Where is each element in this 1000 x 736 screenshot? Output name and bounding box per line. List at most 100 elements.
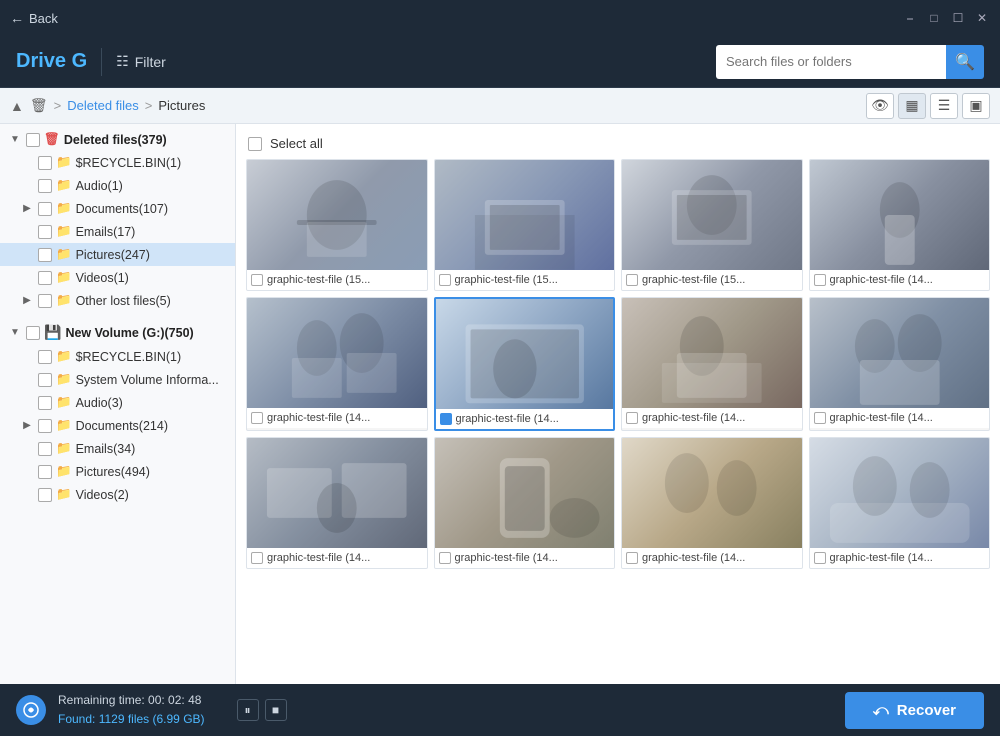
image-thumbnail bbox=[435, 438, 615, 548]
select-all-checkbox[interactable] bbox=[248, 137, 262, 151]
image-filename: graphic-test-file (15... bbox=[642, 274, 745, 286]
image-checkbox[interactable] bbox=[251, 412, 263, 424]
sidebar-item-pictures1[interactable]: 📁 Pictures(247) bbox=[0, 243, 235, 266]
folder-icon: 📁 bbox=[56, 201, 72, 216]
close-icon[interactable]: ✕ bbox=[974, 10, 990, 26]
image-cell[interactable]: graphic-test-file (14... bbox=[621, 437, 803, 569]
sidebar-group-deleted-header[interactable]: ▼ 🗑 Deleted files(379) bbox=[0, 128, 235, 151]
pause-button[interactable]: ⏸ bbox=[237, 699, 259, 721]
deleted-files-checkbox[interactable] bbox=[26, 133, 40, 147]
image-checkbox[interactable] bbox=[251, 274, 263, 286]
sidebar-item-emails1[interactable]: 📁 Emails(17) bbox=[0, 220, 235, 243]
volume-checkbox[interactable] bbox=[26, 326, 40, 340]
folder-icon: 📁 bbox=[56, 349, 72, 364]
detail-view-button[interactable]: ▣ bbox=[962, 93, 990, 119]
image-checkbox[interactable] bbox=[814, 274, 826, 286]
back-button[interactable]: ← Back bbox=[10, 10, 58, 26]
back-arrow-icon: ← bbox=[10, 10, 24, 26]
sidebar-item-pictures2[interactable]: 📁 Pictures(494) bbox=[0, 460, 235, 483]
image-checkbox[interactable] bbox=[439, 274, 451, 286]
image-thumbnail bbox=[622, 438, 802, 548]
stop-button[interactable]: ■ bbox=[265, 699, 287, 721]
folder-icon: 📁 bbox=[56, 293, 72, 308]
image-cell[interactable]: graphic-test-file (15... bbox=[621, 159, 803, 291]
restore-icon[interactable]: ☐ bbox=[950, 10, 966, 26]
image-cell[interactable]: graphic-test-file (15... bbox=[246, 159, 428, 291]
drive-title: Drive G bbox=[16, 50, 87, 73]
image-thumbnail bbox=[436, 299, 614, 409]
image-filename: graphic-test-file (14... bbox=[267, 412, 370, 424]
image-cell[interactable]: graphic-test-file (14... bbox=[621, 297, 803, 431]
grid-area: Select all graphic-test-file (15... grap… bbox=[236, 124, 1000, 684]
status-text: Remaining time: 00: 02: 48 Found: 1129 f… bbox=[58, 691, 205, 729]
sidebar-item-sysvolume[interactable]: 📁 System Volume Informa... bbox=[0, 368, 235, 391]
titlebar: ← Back ⎯ □ ☐ ✕ bbox=[0, 0, 1000, 36]
maximize-icon[interactable]: □ bbox=[926, 10, 942, 26]
grid-view-button[interactable]: ▦ bbox=[898, 93, 926, 119]
image-cell[interactable]: graphic-test-file (14... bbox=[809, 297, 991, 431]
sidebar-item-audio1[interactable]: 📁 Audio(1) bbox=[0, 174, 235, 197]
folder-icon: 📁 bbox=[56, 441, 72, 456]
image-filename: graphic-test-file (14... bbox=[267, 552, 370, 564]
select-all-row: Select all bbox=[246, 132, 990, 159]
up-button[interactable]: ▲ bbox=[10, 98, 24, 114]
sidebar-volume-label: New Volume (G:)(750) bbox=[65, 326, 193, 340]
sidebar-item-audio2[interactable]: 📁 Audio(3) bbox=[0, 391, 235, 414]
sidebar-item-emails2[interactable]: 📁 Emails(34) bbox=[0, 437, 235, 460]
filter-icon: ☷ bbox=[116, 53, 129, 70]
search-input[interactable] bbox=[716, 45, 946, 79]
select-all-label: Select all bbox=[270, 136, 323, 151]
sidebar-item-recycle2[interactable]: 📁 $RECYCLE.BIN(1) bbox=[0, 345, 235, 368]
image-label: graphic-test-file (15... bbox=[622, 270, 802, 290]
image-cell[interactable]: graphic-test-file (14... bbox=[809, 437, 991, 569]
sidebar-item-other1[interactable]: ▶ 📁 Other lost files(5) bbox=[0, 289, 235, 312]
sidebar-deleted-label: Deleted files(379) bbox=[64, 133, 167, 147]
folder-icon: 📁 bbox=[56, 270, 72, 285]
image-checkbox[interactable] bbox=[626, 274, 638, 286]
breadcrumb-deleted-files[interactable]: Deleted files bbox=[67, 98, 139, 113]
image-cell[interactable]: graphic-test-file (14... bbox=[809, 159, 991, 291]
image-checkbox[interactable] bbox=[440, 413, 452, 425]
sidebar-group-volume-header[interactable]: ▼ 💾 New Volume (G:)(750) bbox=[0, 320, 235, 345]
delete-icon[interactable]: 🗑 bbox=[30, 97, 48, 114]
image-thumbnail bbox=[247, 160, 427, 270]
recover-button[interactable]: ⤺ Recover bbox=[845, 692, 984, 729]
sidebar-item-documents2[interactable]: ▶ 📁 Documents(214) bbox=[0, 414, 235, 437]
image-checkbox[interactable] bbox=[626, 412, 638, 424]
trash-folder-icon: 🗑 bbox=[44, 132, 60, 147]
image-label: graphic-test-file (14... bbox=[810, 270, 990, 290]
image-cell[interactable]: graphic-test-file (15... bbox=[434, 159, 616, 291]
minimize-icon[interactable]: ⎯ bbox=[902, 10, 918, 26]
sidebar-item-videos2[interactable]: 📁 Videos(2) bbox=[0, 483, 235, 506]
sidebar-item-recycle1[interactable]: 📁 $RECYCLE.BIN(1) bbox=[0, 151, 235, 174]
folder-icon: 📁 bbox=[56, 418, 72, 433]
image-checkbox[interactable] bbox=[439, 552, 451, 564]
image-cell[interactable]: graphic-test-file (14... bbox=[434, 437, 616, 569]
image-checkbox[interactable] bbox=[814, 412, 826, 424]
sidebar-group-deleted: ▼ 🗑 Deleted files(379) 📁 $RECYCLE.BIN(1)… bbox=[0, 124, 235, 316]
image-cell[interactable]: graphic-test-file (14... bbox=[246, 437, 428, 569]
folder-icon: 📁 bbox=[56, 178, 72, 193]
image-checkbox[interactable] bbox=[626, 552, 638, 564]
sidebar: ▼ 🗑 Deleted files(379) 📁 $RECYCLE.BIN(1)… bbox=[0, 124, 236, 684]
breadcrumb-current: Pictures bbox=[158, 98, 205, 113]
image-label: graphic-test-file (14... bbox=[247, 548, 427, 568]
image-checkbox[interactable] bbox=[251, 552, 263, 564]
folder-icon: 📁 bbox=[56, 372, 72, 387]
filter-button[interactable]: ☷ Filter bbox=[116, 53, 166, 70]
search-button[interactable]: 🔍 bbox=[946, 45, 984, 79]
image-thumbnail bbox=[622, 160, 802, 270]
image-cell[interactable]: graphic-test-file (14... bbox=[246, 297, 428, 431]
back-label: Back bbox=[29, 11, 58, 26]
eye-view-button[interactable]: 👁 bbox=[866, 93, 894, 119]
view-controls: 👁 ▦ ☰ ▣ bbox=[866, 93, 990, 119]
sidebar-item-documents1[interactable]: ▶ 📁 Documents(107) bbox=[0, 197, 235, 220]
image-filename: graphic-test-file (14... bbox=[642, 412, 745, 424]
image-label: graphic-test-file (15... bbox=[435, 270, 615, 290]
header-divider bbox=[101, 48, 102, 76]
image-cell[interactable]: graphic-test-file (14... bbox=[434, 297, 616, 431]
image-label: graphic-test-file (14... bbox=[622, 408, 802, 428]
list-view-button[interactable]: ☰ bbox=[930, 93, 958, 119]
sidebar-item-videos1[interactable]: 📁 Videos(1) bbox=[0, 266, 235, 289]
image-checkbox[interactable] bbox=[814, 552, 826, 564]
